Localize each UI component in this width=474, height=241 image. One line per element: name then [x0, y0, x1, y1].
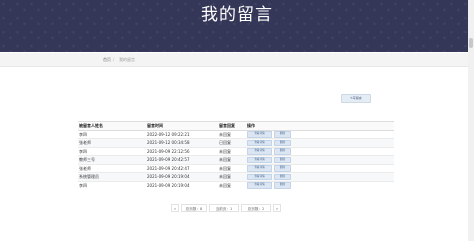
- table-row: 张老师 2021-09-12 00:34:58 已回复 查看详情 删除: [78, 138, 394, 147]
- pagination-total-records: 总页数：8: [181, 204, 207, 212]
- breadcrumb: 首页 / 我的留言: [0, 53, 468, 67]
- reply-status: 未回复: [218, 155, 246, 164]
- reply-status: 已回复: [218, 138, 246, 147]
- column-header-time: 留言时间: [146, 121, 218, 131]
- row-actions: 查看详情 删除: [246, 129, 394, 139]
- table-row: 张老师 2021-09-09 20:42:47 未回复 查看详情 删除: [78, 163, 394, 173]
- recipient-name: 李四: [78, 146, 146, 156]
- delete-button[interactable]: 删除: [274, 182, 291, 189]
- reply-status: 未回复: [218, 180, 246, 189]
- reply-status: 未回复: [218, 163, 246, 173]
- recipient-name: 张老师: [78, 138, 146, 147]
- table-row: 李四 2022-09-12 09:22:21 未回复 查看详情 删除: [78, 129, 394, 139]
- reply-status: 未回复: [218, 129, 246, 139]
- message-table: 被留言人姓名 留言时间 留言回复 操作 李四 2022-09-12 09:22:2…: [78, 121, 394, 189]
- breadcrumb-current: 我的留言: [119, 57, 135, 62]
- row-actions: 查看详情 删除: [246, 180, 394, 189]
- table-row: 李四 2021-09-09 22:12:56 未回复 查看详情 删除: [78, 146, 394, 156]
- message-time: 2021-09-09 20:42:57: [146, 155, 218, 164]
- delete-button[interactable]: 删除: [274, 173, 291, 181]
- row-actions: 查看详情 删除: [246, 172, 394, 181]
- row-actions: 查看详情 删除: [246, 138, 394, 147]
- pagination-prev-button[interactable]: «: [171, 204, 179, 212]
- view-details-button[interactable]: 查看详情: [247, 173, 272, 181]
- write-message-label: 写留言: [352, 96, 362, 100]
- message-time: 2021-09-09 20:19:04: [146, 172, 218, 181]
- view-details-button[interactable]: 查看详情: [247, 165, 272, 172]
- column-header-reply: 留言回复: [218, 121, 246, 131]
- message-time: 2021-09-09 22:12:56: [146, 146, 218, 156]
- delete-button[interactable]: 删除: [274, 156, 291, 164]
- page-banner: 我的留言: [0, 0, 468, 52]
- recipient-name: 系统管理员: [78, 172, 146, 181]
- reply-status: 未回复: [218, 146, 246, 156]
- scrollbar-thumb[interactable]: [469, 38, 473, 48]
- row-actions: 查看详情 删除: [246, 155, 394, 164]
- delete-button[interactable]: 删除: [274, 148, 291, 155]
- table-header-row: 被留言人姓名 留言时间 留言回复 操作: [78, 121, 394, 131]
- message-time: 2021-09-09 20:19:04: [146, 180, 218, 189]
- breadcrumb-home-link[interactable]: 首页: [103, 53, 111, 66]
- scrollbar-track[interactable]: [468, 0, 474, 241]
- column-header-actions: 操作: [246, 121, 394, 131]
- message-time: 2022-09-12 09:22:21: [146, 129, 218, 139]
- delete-button[interactable]: 删除: [274, 139, 291, 147]
- pagination-current-page: 当前页：1: [209, 204, 239, 212]
- view-details-button[interactable]: 查看详情: [247, 148, 272, 155]
- page-title: 我的留言: [201, 5, 273, 25]
- view-details-button[interactable]: 查看详情: [247, 131, 272, 138]
- page: 我的留言 首页 / 我的留言 ✎写留言 被留言人姓名 留言时间 留言回复 操作 …: [0, 0, 474, 241]
- row-actions: 查看详情 删除: [246, 146, 394, 156]
- recipient-name: 李四: [78, 129, 146, 139]
- recipient-name: 教师三号: [78, 155, 146, 164]
- table-row: 系统管理员 2021-09-09 20:19:04 未回复 查看详情 删除: [78, 172, 394, 181]
- pagination-total-pages: 总页数：2: [241, 204, 271, 212]
- recipient-name: 张老师: [78, 163, 146, 173]
- table-row: 教师三号 2021-09-09 20:42:57 未回复 查看详情 删除: [78, 155, 394, 164]
- table-row: 李四 2021-09-09 20:19:04 未回复 查看详情 删除: [78, 180, 394, 189]
- delete-button[interactable]: 删除: [274, 131, 291, 138]
- reply-status: 未回复: [218, 172, 246, 181]
- view-details-button[interactable]: 查看详情: [247, 182, 272, 189]
- breadcrumb-separator: /: [113, 57, 115, 62]
- pagination-next-button[interactable]: »: [273, 204, 281, 212]
- message-time: 2021-09-12 00:34:58: [146, 138, 218, 147]
- message-time: 2021-09-09 20:42:47: [146, 163, 218, 173]
- row-actions: 查看详情 删除: [246, 163, 394, 173]
- write-message-button[interactable]: ✎写留言: [341, 94, 371, 103]
- message-table-body: 李四 2022-09-12 09:22:21 未回复 查看详情 删除 张老师 2021-09…: [78, 129, 394, 189]
- column-header-recipient: 被留言人姓名: [78, 121, 146, 131]
- view-details-button[interactable]: 查看详情: [247, 156, 272, 164]
- recipient-name: 李四: [78, 180, 146, 189]
- view-details-button[interactable]: 查看详情: [247, 139, 272, 147]
- delete-button[interactable]: 删除: [274, 165, 291, 172]
